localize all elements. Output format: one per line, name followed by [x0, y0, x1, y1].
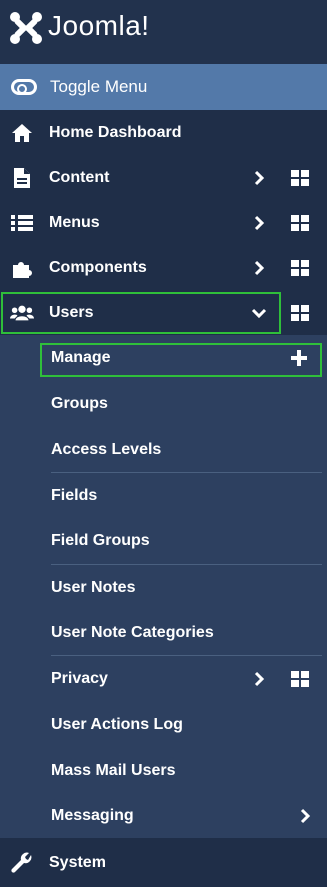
submenu-item-label: User Actions Log	[51, 716, 183, 733]
submenu-item-user-notes[interactable]: User Notes	[0, 565, 327, 611]
users-highlight-box	[1, 292, 281, 334]
file-icon	[10, 166, 34, 190]
menu-item-home-dashboard[interactable]: Home Dashboard	[0, 110, 327, 155]
submenu-item-privacy[interactable]: Privacy	[0, 656, 327, 702]
submenu-item-label: Groups	[51, 395, 108, 412]
toggle-menu-label: Toggle Menu	[50, 77, 148, 96]
submenu-item-user-actions-log[interactable]: User Actions Log	[0, 702, 327, 748]
chevron-right-icon[interactable]	[250, 214, 268, 232]
menu-item-label: Content	[49, 168, 110, 186]
submenu-item-groups[interactable]: Groups	[0, 381, 327, 427]
submenu-item-field-groups[interactable]: Field Groups	[0, 518, 327, 564]
joomla-logo-text: Joomla!	[48, 10, 150, 41]
submenu-item-mass-mail-users[interactable]: Mass Mail Users	[0, 748, 327, 794]
menu-item-system[interactable]: System	[0, 838, 327, 887]
submenu-item-label: Access Levels	[51, 441, 162, 458]
menu-item-components[interactable]: Components	[0, 245, 327, 290]
wrench-icon	[10, 851, 34, 875]
submenu-item-fields[interactable]: Fields	[0, 473, 327, 519]
puzzle-icon	[10, 256, 34, 280]
manage-highlight-box	[40, 343, 322, 377]
chevron-right-icon[interactable]	[250, 169, 268, 187]
submenu-item-label: Privacy	[51, 670, 108, 687]
list-icon	[10, 211, 34, 235]
submenu-item-label: Mass Mail Users	[51, 762, 176, 779]
dashboard-icon[interactable]	[291, 304, 309, 321]
chevron-right-icon[interactable]	[250, 259, 268, 277]
toggle-icon	[11, 79, 37, 95]
menu-item-label: Home Dashboard	[49, 123, 182, 141]
menu-item-menus[interactable]: Menus	[0, 200, 327, 245]
dashboard-icon[interactable]	[291, 169, 309, 186]
sidebar-header: Joomla!	[0, 0, 327, 64]
chevron-right-icon[interactable]	[250, 670, 268, 688]
menu-item-content[interactable]: Content	[0, 155, 327, 200]
joomla-logo-icon	[10, 12, 42, 44]
submenu-item-messaging[interactable]: Messaging	[0, 793, 327, 839]
submenu-item-access-levels[interactable]: Access Levels	[0, 427, 327, 473]
home-icon	[10, 121, 34, 145]
dashboard-icon[interactable]	[291, 214, 309, 231]
dashboard-icon[interactable]	[291, 259, 309, 276]
submenu-item-label: Messaging	[51, 807, 134, 824]
submenu-item-label: User Note Categories	[51, 624, 214, 641]
menu-item-label: Components	[49, 258, 147, 276]
dashboard-icon[interactable]	[291, 671, 309, 687]
toggle-menu-button[interactable]: Toggle Menu	[0, 64, 327, 110]
menu-item-label: System	[49, 853, 106, 871]
menu-item-label: Menus	[49, 213, 100, 231]
submenu-item-label: User Notes	[51, 579, 136, 596]
submenu-item-label: Fields	[51, 487, 98, 504]
submenu-item-label: Field Groups	[51, 532, 150, 549]
chevron-right-icon[interactable]	[296, 807, 314, 825]
submenu-item-user-note-categories[interactable]: User Note Categories	[0, 610, 327, 656]
